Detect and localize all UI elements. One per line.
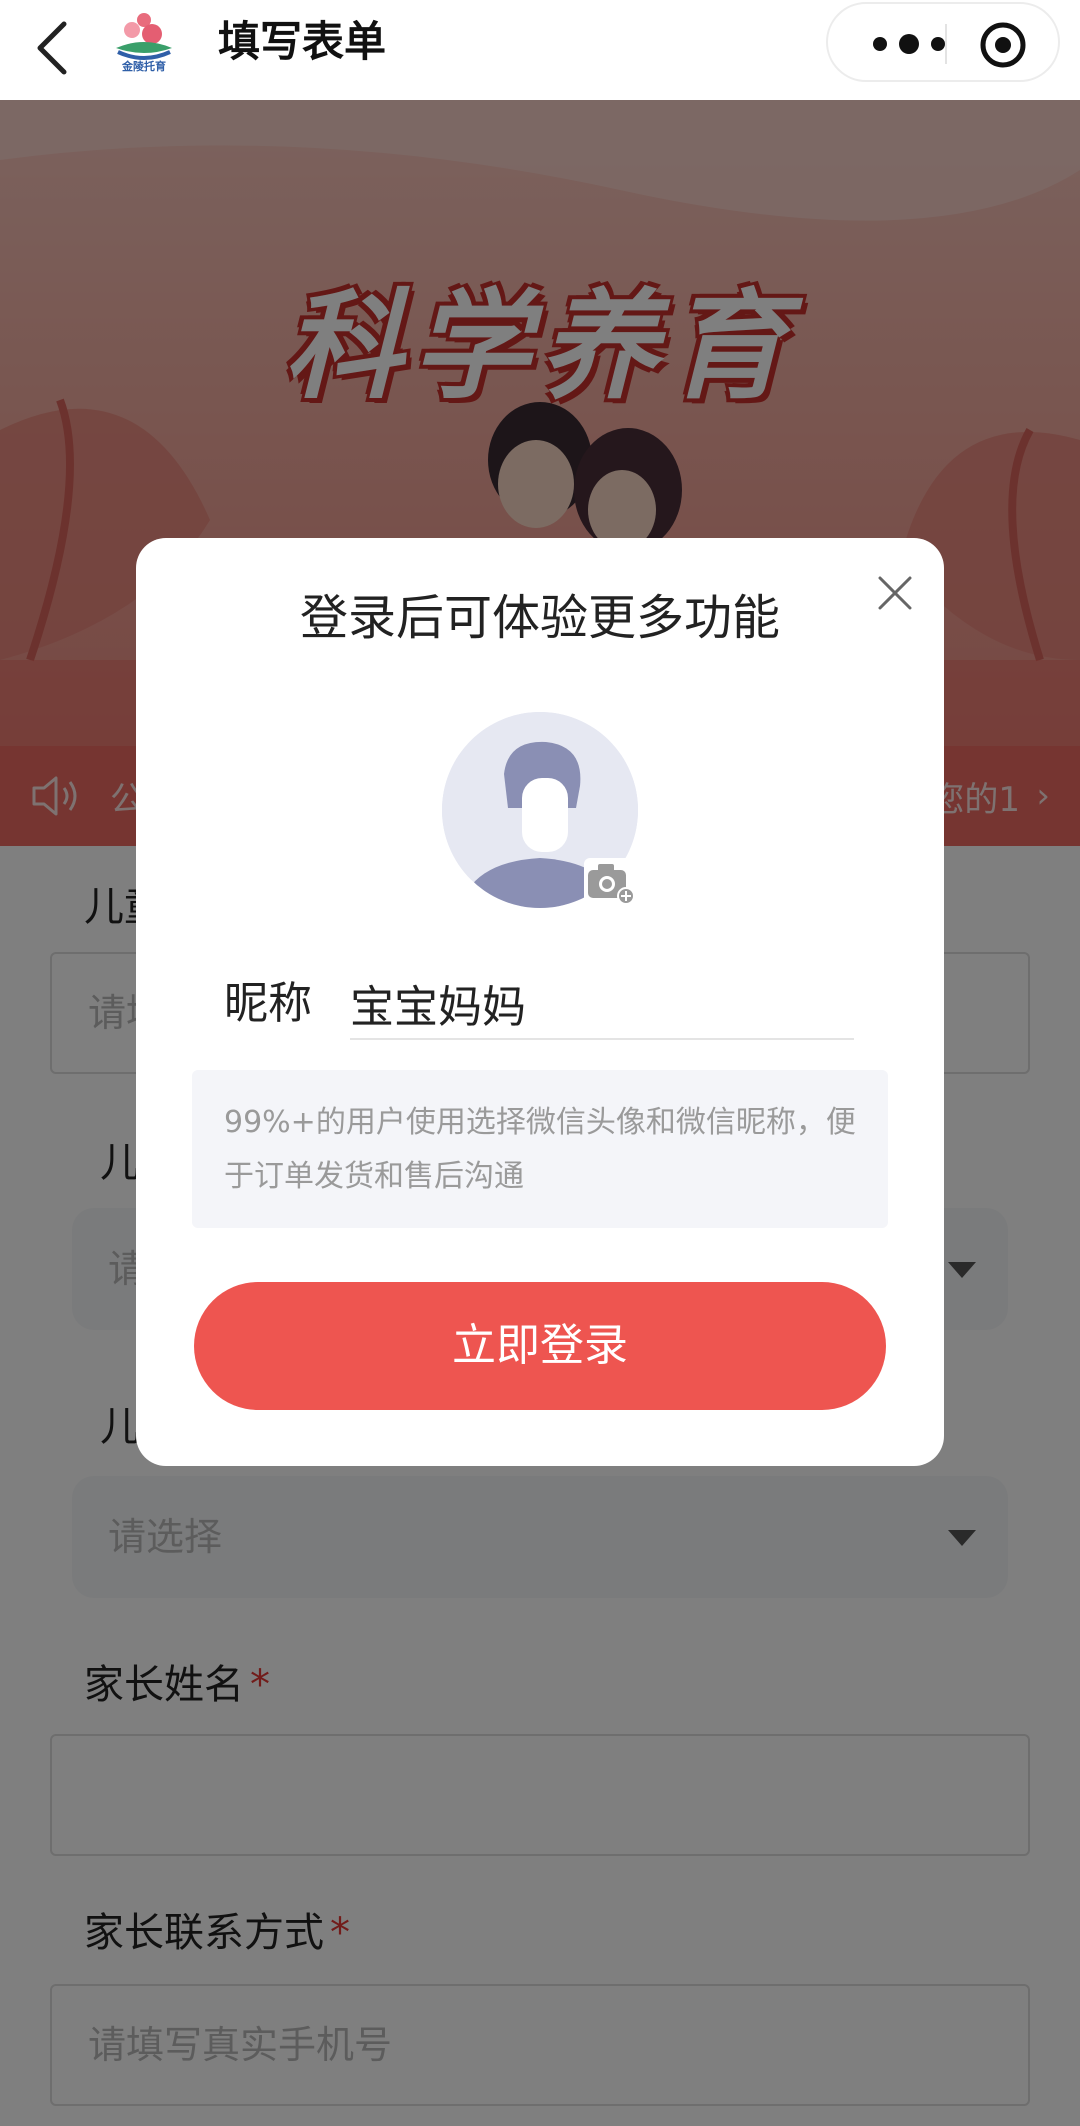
page-title: 填写表单 xyxy=(218,17,387,66)
mini-program-capsule xyxy=(826,2,1060,82)
page: 金陵托育 填写表单 登录后可体验更多功能 昵称 宝宝妈妈 99%+的用户使用选择… xyxy=(0,0,1080,2126)
nickname-input[interactable] xyxy=(350,968,854,1040)
login-button[interactable]: 立即登录 xyxy=(194,1282,886,1410)
nickname-label: 昵称 xyxy=(224,978,312,1029)
login-modal: 登录后可体验更多功能 昵称 99%+的用户使用选择微信头像和微信昵称，便于订单发… xyxy=(136,538,944,1466)
logo-text: 金陵托育 xyxy=(122,60,166,73)
camera-icon[interactable] xyxy=(584,858,636,906)
close-icon[interactable] xyxy=(876,574,914,612)
more-dots-icon[interactable] xyxy=(864,26,954,62)
tip-text: 99%+的用户使用选择微信头像和微信昵称，便于订单发货和售后沟通 xyxy=(192,1070,888,1228)
target-circle-icon[interactable] xyxy=(978,20,1028,70)
chevron-left-icon[interactable] xyxy=(30,16,78,80)
capsule-divider xyxy=(945,24,947,64)
navbar: 金陵托育 填写表单 xyxy=(0,0,1080,100)
modal-title: 登录后可体验更多功能 xyxy=(299,590,780,646)
